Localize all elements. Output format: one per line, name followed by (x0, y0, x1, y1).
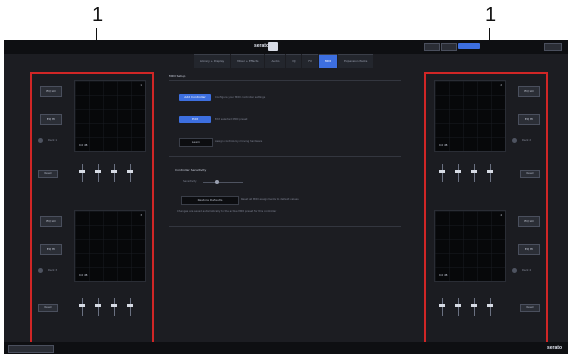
deck-graph: 3 0.0 dB (74, 210, 146, 282)
bottom-field[interactable] (8, 345, 54, 353)
left-deck-panel: 1 0.0 dB EQ LO EQ HI Deck 1 Reset 3 0.0 … (30, 72, 154, 348)
graph-readout: 0.0 dB (439, 144, 448, 147)
topbar-field-1[interactable] (424, 43, 440, 51)
deck-knob[interactable] (38, 268, 43, 273)
graph-readout: 0.0 dB (79, 274, 88, 277)
deck-graph: 1 0.0 dB (74, 80, 146, 152)
reset-button[interactable]: Reset (38, 304, 58, 312)
fader[interactable] (78, 162, 86, 184)
deck-graph: 4 0.0 dB (434, 210, 506, 282)
restore-defaults-button[interactable]: Restore Defaults (181, 196, 239, 205)
divider (169, 156, 401, 157)
edit-desc: Edit selected MIDI preset (215, 118, 248, 121)
fader[interactable] (454, 162, 462, 184)
fader[interactable] (126, 162, 134, 184)
top-bar: serato (4, 40, 568, 54)
deck-knob[interactable] (512, 268, 517, 273)
learn-button[interactable]: Learn (179, 138, 213, 147)
fader[interactable] (110, 162, 118, 184)
graph-value: 4 (500, 214, 502, 217)
section-title-midi-setup: MIDI Setup (169, 74, 186, 78)
tab-expansion[interactable]: Expansion Packs (338, 54, 374, 68)
tab-midi[interactable]: MIDI (318, 54, 338, 68)
add-controller-desc: Configure your MIDI controller settings (215, 96, 266, 99)
eq-hi-button[interactable]: EQ HI (40, 114, 62, 125)
app-logo: serato (254, 43, 270, 49)
deck-graph: 2 0.0 dB (434, 80, 506, 152)
fader[interactable] (454, 296, 462, 318)
tab-dj[interactable]: DJ (286, 54, 302, 68)
autosave-note: Changes are saved automatically to the a… (177, 210, 277, 213)
eq-lo-button[interactable]: EQ LO (40, 216, 62, 227)
fader-group (436, 296, 502, 318)
eq-hi-button[interactable]: EQ HI (518, 244, 540, 255)
callout-left: 1 (92, 4, 104, 26)
fader[interactable] (110, 296, 118, 318)
graph-readout: 0.0 dB (79, 144, 88, 147)
sensitivity-slider-knob[interactable] (215, 180, 219, 184)
tab-mixer[interactable]: Mixer + Effects (231, 54, 265, 68)
callout-right: 1 (485, 4, 497, 26)
fader[interactable] (486, 296, 494, 318)
deck-4: 4 0.0 dB EQ LO EQ HI Deck 4 Reset (426, 204, 546, 334)
restore-defaults-desc: Reset all MIDI assignments to default va… (241, 198, 299, 201)
reset-button[interactable]: Reset (38, 170, 58, 178)
fader[interactable] (126, 296, 134, 318)
deck-3: 3 0.0 dB EQ LO EQ HI Deck 3 Reset (32, 204, 152, 334)
graph-value: 3 (140, 214, 142, 217)
deck-label: Deck 4 (522, 269, 531, 272)
eq-lo-button[interactable]: EQ LO (518, 86, 540, 97)
fader[interactable] (438, 162, 446, 184)
app-window: serato Library + Display Mixer + Effects… (4, 40, 568, 354)
eq-hi-button[interactable]: EQ HI (518, 114, 540, 125)
reset-button[interactable]: Reset (520, 170, 540, 178)
topbar-field-2[interactable] (441, 43, 457, 51)
deck-1: 1 0.0 dB EQ LO EQ HI Deck 1 Reset (32, 74, 152, 204)
deck-label: Deck 2 (522, 139, 531, 142)
deck-label: Deck 3 (48, 269, 57, 272)
fader[interactable] (438, 296, 446, 318)
eq-hi-button[interactable]: EQ HI (40, 244, 62, 255)
right-deck-panel: 2 0.0 dB EQ LO EQ HI Deck 2 Reset 4 0.0 … (424, 72, 548, 348)
deck-knob[interactable] (38, 138, 43, 143)
fader[interactable] (486, 162, 494, 184)
divider (169, 226, 401, 227)
midi-settings: MIDI Setup Add Controller Configure your… (169, 72, 401, 348)
fader-group (76, 296, 142, 318)
graph-readout: 0.0 dB (439, 274, 448, 277)
sensitivity-slider[interactable] (203, 182, 243, 183)
divider (169, 80, 401, 81)
fader[interactable] (94, 162, 102, 184)
bottom-bar: serato (4, 342, 568, 354)
deck-label: Deck 1 (48, 139, 57, 142)
settings-tabs: Library + Display Mixer + Effects Audio … (194, 54, 374, 68)
deck-knob[interactable] (512, 138, 517, 143)
fader[interactable] (470, 162, 478, 184)
brand-logo: serato (546, 345, 562, 351)
graph-value: 1 (140, 84, 142, 87)
learn-desc: Assign controls by moving hardware (215, 140, 263, 143)
reset-button[interactable]: Reset (520, 304, 540, 312)
tab-library[interactable]: Library + Display (194, 54, 231, 68)
graph-value: 2 (500, 84, 502, 87)
eq-lo-button[interactable]: EQ LO (40, 86, 62, 97)
section-title-sensitivity: Controller Sensitivity (175, 168, 207, 172)
deck-2: 2 0.0 dB EQ LO EQ HI Deck 2 Reset (426, 74, 546, 204)
fader[interactable] (470, 296, 478, 318)
fader-group (436, 162, 502, 184)
tab-fx[interactable]: FX (302, 54, 318, 68)
fader[interactable] (78, 296, 86, 318)
tab-audio[interactable]: Audio (265, 54, 286, 68)
add-controller-button[interactable]: Add Controller (179, 94, 211, 101)
fader-group (76, 162, 142, 184)
slider-label: Sensitivity (183, 180, 197, 183)
eq-lo-button[interactable]: EQ LO (518, 216, 540, 227)
edit-button[interactable]: Edit (179, 116, 211, 123)
fader[interactable] (94, 296, 102, 318)
window-controls[interactable] (544, 43, 562, 51)
setup-button[interactable] (458, 43, 480, 49)
logo-badge (268, 42, 278, 51)
